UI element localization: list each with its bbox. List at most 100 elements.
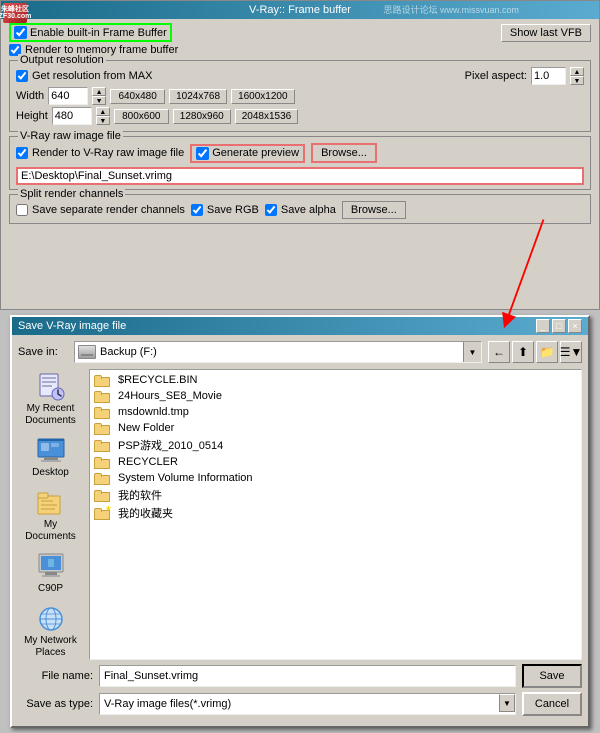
nav-desktop[interactable]: Desktop xyxy=(18,433,83,481)
save-rgb-checkbox[interactable] xyxy=(191,204,203,216)
save-button[interactable]: Save xyxy=(522,664,582,688)
nav-network-places[interactable]: My NetworkPlaces xyxy=(18,601,83,661)
save-alpha-row: Save alpha xyxy=(265,204,336,216)
filetype-combo[interactable]: V-Ray image files(*.vrimg) ▼ xyxy=(99,693,516,715)
cancel-button[interactable]: Cancel xyxy=(522,692,582,716)
filename-label: File name: xyxy=(18,670,93,682)
vray-panel: V-Ray:: Frame buffer 思路设计论坛 www.missvuan… xyxy=(0,0,600,310)
res-1024x768-button[interactable]: 1024x768 xyxy=(169,89,227,104)
save-alpha-checkbox[interactable] xyxy=(265,204,277,216)
res-1280x960-button[interactable]: 1280x960 xyxy=(173,109,231,124)
width-row: Width 640 ▲ ▼ 640x480 1024x768 1600x1200 xyxy=(16,87,584,105)
save-btn-col: Save xyxy=(522,664,582,688)
file-name: 我的软件 xyxy=(118,487,162,503)
height-spin-down[interactable]: ▼ xyxy=(96,116,110,125)
dialog-main: My RecentDocuments Desktop xyxy=(18,369,582,660)
maximize-button[interactable]: □ xyxy=(552,319,566,333)
gen-preview-checkbox[interactable] xyxy=(196,147,209,160)
close-button[interactable]: × xyxy=(568,319,582,333)
list-item[interactable]: 24Hours_SE8_Movie xyxy=(92,388,579,404)
nav-computer[interactable]: C90P xyxy=(18,549,83,597)
gen-preview-box: Generate preview xyxy=(190,144,305,163)
res-640x480-button[interactable]: 640x480 xyxy=(110,89,165,104)
new-folder-icon[interactable]: 📁 xyxy=(536,341,558,363)
nav-my-documents[interactable]: My Documents xyxy=(18,485,83,545)
up-folder-icon[interactable]: ⬆ xyxy=(512,341,534,363)
height-spin-up[interactable]: ▲ xyxy=(96,107,110,116)
render-raw-checkbox[interactable] xyxy=(16,147,28,159)
list-item[interactable]: System Volume Information xyxy=(92,470,579,486)
cancel-btn-col: Cancel xyxy=(522,692,582,716)
list-item[interactable]: $RECYCLE.BIN xyxy=(92,372,579,388)
nav-my-documents-label: My Documents xyxy=(20,519,81,543)
spin-down[interactable]: ▼ xyxy=(570,76,584,85)
spin-up[interactable]: ▲ xyxy=(570,67,584,76)
enable-fb-box: Enable built-in Frame Buffer xyxy=(9,23,172,42)
minimize-button[interactable]: _ xyxy=(536,319,550,333)
back-icon[interactable]: ← xyxy=(488,341,510,363)
raw-path-input[interactable]: E:\Desktop\Final_Sunset.vrimg xyxy=(16,167,584,185)
file-list[interactable]: $RECYCLE.BIN24Hours_SE8_Moviemsdownld.tm… xyxy=(89,369,582,660)
save-in-combo[interactable]: Backup (F:) ▼ xyxy=(74,341,482,363)
save-rgb-label: Save RGB xyxy=(207,204,259,216)
filename-input[interactable]: Final_Sunset.vrimg xyxy=(99,665,516,687)
render-raw-label: Render to V-Ray raw image file xyxy=(32,147,184,159)
nav-recent-label: My RecentDocuments xyxy=(25,403,76,427)
save-separate-label: Save separate render channels xyxy=(32,204,185,216)
save-rgb-row: Save RGB xyxy=(191,204,259,216)
file-name: RECYCLER xyxy=(118,456,178,468)
vray-title: V-Ray:: Frame buffer xyxy=(249,4,351,16)
list-item[interactable]: 我的软件 xyxy=(92,486,579,504)
enable-fb-label: Enable built-in Frame Buffer xyxy=(30,27,167,39)
save-alpha-label: Save alpha xyxy=(281,204,336,216)
filetype-combo-arrow[interactable]: ▼ xyxy=(499,694,515,712)
pixel-aspect-label: Pixel aspect: xyxy=(465,70,527,82)
logo-icon: 朱峰社区ZF30.com xyxy=(3,3,27,23)
left-panel: My RecentDocuments Desktop xyxy=(18,369,83,660)
list-item[interactable]: msdownld.tmp xyxy=(92,404,579,420)
width-input[interactable]: 640 xyxy=(48,87,88,105)
get-res-row: Get resolution from MAX xyxy=(16,70,152,82)
width-spin-down[interactable]: ▼ xyxy=(92,96,106,105)
nav-recent[interactable]: My RecentDocuments xyxy=(18,369,83,429)
top-row: Enable built-in Frame Buffer Show last V… xyxy=(9,23,591,42)
pixel-aspect-input[interactable]: 1.0 xyxy=(531,67,566,85)
view-menu-icon[interactable]: ☰▼ xyxy=(560,341,582,363)
raw-browse-button[interactable]: Browse... xyxy=(311,143,377,163)
get-res-checkbox[interactable] xyxy=(16,70,28,82)
save-in-arrow[interactable]: ▼ xyxy=(463,342,481,362)
show-vfb-button[interactable]: Show last VFB xyxy=(501,24,591,42)
save-separate-row: Save separate render channels xyxy=(16,204,185,216)
save-in-label: Save in: xyxy=(18,346,68,358)
save-in-value: Backup (F:) xyxy=(96,346,463,358)
vray-titlebar: V-Ray:: Frame buffer 思路设计论坛 www.missvuan… xyxy=(1,1,599,19)
filetype-select[interactable]: V-Ray image files(*.vrimg) xyxy=(100,694,499,714)
res-1600x1200-button[interactable]: 1600x1200 xyxy=(231,89,295,104)
list-item[interactable]: New Folder xyxy=(92,420,579,436)
height-input[interactable]: 480 xyxy=(52,107,92,125)
list-item[interactable]: PSP游戏_2010_0514 xyxy=(92,436,579,454)
list-item[interactable]: ★我的收藏夹 xyxy=(92,504,579,522)
split-row: Save separate render channels Save RGB S… xyxy=(16,201,584,219)
gen-preview-label: Generate preview xyxy=(212,147,299,159)
split-browse-button[interactable]: Browse... xyxy=(342,201,406,219)
res-800x600-button[interactable]: 800x600 xyxy=(114,109,169,124)
height-row: Height 480 ▲ ▼ 800x600 1280x960 2048x153… xyxy=(16,107,584,125)
pixel-aspect-spinner[interactable]: ▲ ▼ xyxy=(570,67,584,85)
raw-image-group: V-Ray raw image file Render to V-Ray raw… xyxy=(9,136,591,190)
height-spinner[interactable]: ▲ ▼ xyxy=(96,107,110,125)
width-spinner[interactable]: ▲ ▼ xyxy=(92,87,106,105)
width-spin-up[interactable]: ▲ xyxy=(92,87,106,96)
output-resolution-label: Output resolution xyxy=(18,54,106,66)
my-documents-icon xyxy=(35,487,67,519)
res-2048x1536-button[interactable]: 2048x1536 xyxy=(235,109,299,124)
split-channels-label: Split render channels xyxy=(18,188,125,200)
save-dialog: Save V-Ray image file _ □ × Save in: Bac… xyxy=(10,315,590,728)
render-raw-row: Render to V-Ray raw image file Generate … xyxy=(16,143,584,163)
height-label: Height xyxy=(16,110,48,122)
list-item[interactable]: RECYCLER xyxy=(92,454,579,470)
save-separate-checkbox[interactable] xyxy=(16,204,28,216)
logo-area: 朱峰社区ZF30.com xyxy=(3,3,27,23)
drive-icon xyxy=(78,345,96,359)
enable-fb-checkbox[interactable] xyxy=(14,26,27,39)
